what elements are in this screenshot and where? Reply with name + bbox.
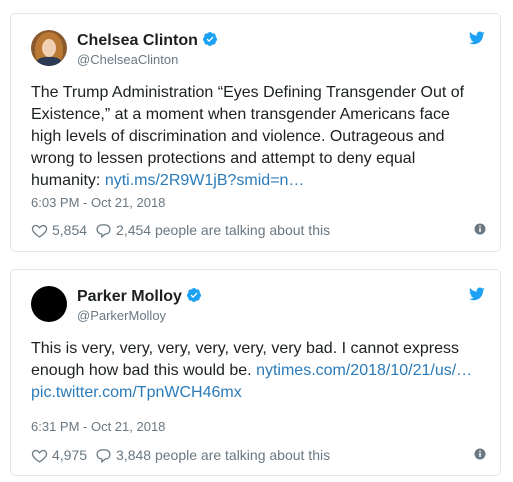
tweet-card[interactable]: Chelsea Clinton @ChelseaClinton The Trum… <box>10 13 501 252</box>
tweet-text: The Trump Administration “Eyes Defining … <box>31 82 480 192</box>
verified-badge-icon <box>202 32 217 46</box>
tweet-link[interactable]: nytimes.com/2018/10/21/us/… <box>256 362 472 379</box>
avatar-shirt <box>37 57 61 66</box>
reply-bubble-icon[interactable] <box>95 447 112 464</box>
like-count[interactable]: 5,854 <box>52 221 87 239</box>
tweet-actions: 4,975 3,848 people are talking about thi… <box>31 446 486 464</box>
tweet-card[interactable]: Parker Molloy @ParkerMolloy This is very… <box>10 269 501 476</box>
tweet-link[interactable]: nyti.ms/2R9W1jB?smid=n… <box>105 172 305 189</box>
like-count[interactable]: 4,975 <box>52 446 87 464</box>
tweet-text: This is very, very, very, very, very, ve… <box>31 338 480 404</box>
reply-bubble-icon[interactable] <box>95 222 112 239</box>
tweet-timestamp[interactable]: 6:03 PM - Oct 21, 2018 <box>31 194 165 212</box>
tweet-actions: 5,854 2,454 people are talking about thi… <box>31 221 486 239</box>
author-name[interactable]: Chelsea Clinton <box>77 32 198 49</box>
talking-count[interactable]: 3,848 people are talking about this <box>116 446 330 464</box>
twitter-bird-icon[interactable] <box>468 30 486 46</box>
info-icon[interactable] <box>474 448 486 460</box>
author-name-row[interactable]: Parker Molloy <box>77 287 202 307</box>
tweet-media-link[interactable]: pic.twitter.com/TpnWCH46mx <box>31 384 242 401</box>
verified-badge-icon <box>186 288 201 302</box>
author-handle[interactable]: @ChelseaClinton <box>77 51 178 69</box>
tweet-timestamp[interactable]: 6:31 PM - Oct 21, 2018 <box>31 418 165 436</box>
avatar[interactable] <box>31 286 67 322</box>
heart-icon[interactable] <box>31 222 48 239</box>
author-handle[interactable]: @ParkerMolloy <box>77 307 166 325</box>
author-name-row[interactable]: Chelsea Clinton <box>77 31 218 51</box>
avatar-face <box>42 39 56 57</box>
author-name[interactable]: Parker Molloy <box>77 288 182 305</box>
avatar[interactable] <box>31 30 67 66</box>
heart-icon[interactable] <box>31 447 48 464</box>
talking-count[interactable]: 2,454 people are talking about this <box>116 221 330 239</box>
info-icon[interactable] <box>474 223 486 235</box>
twitter-bird-icon[interactable] <box>468 286 486 302</box>
